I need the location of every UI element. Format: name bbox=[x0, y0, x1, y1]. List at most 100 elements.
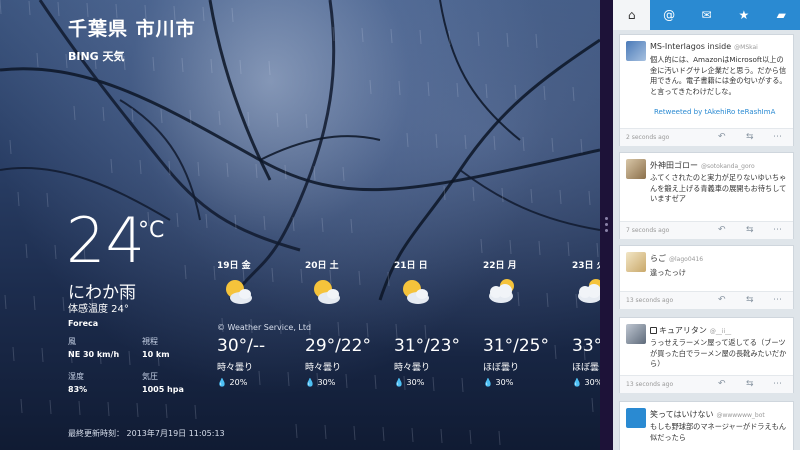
raindrop bbox=[287, 371, 290, 387]
forecast-day-name: 19日 金 bbox=[217, 261, 251, 271]
raindrop bbox=[464, 134, 467, 150]
mention-icon: @ bbox=[663, 8, 676, 22]
tab-favorites[interactable]: ★ bbox=[725, 0, 762, 30]
raindrop bbox=[477, 31, 480, 47]
forecast-condition: 時々曇り bbox=[305, 363, 342, 373]
raindrop bbox=[12, 346, 15, 362]
raindrop bbox=[234, 214, 237, 230]
tweet-author[interactable]: 笑ってはいけない @wwwwww_bot bbox=[650, 409, 765, 420]
avatar[interactable] bbox=[626, 41, 646, 61]
more-icon[interactable]: ⋯ bbox=[773, 225, 782, 235]
raindrop bbox=[591, 397, 594, 413]
forecast-day[interactable]: 21日 日 31°/23° 時々曇り 💧 30% bbox=[394, 258, 484, 387]
tweet-author[interactable]: 外神田ゴロー @sotokanda_goro bbox=[650, 160, 755, 171]
retweet-icon[interactable]: ⇆ bbox=[746, 132, 754, 142]
divider-grip-dot[interactable] bbox=[605, 217, 608, 220]
temperature-unit[interactable]: °C bbox=[138, 218, 164, 243]
tweet-footer: 7 seconds ago ↶ ⇆ ⋯ bbox=[620, 221, 793, 239]
twitter-pane: ⌂ @ ✉ ★ ▰ MS-Interlagos inside @MSkai 個人的… bbox=[613, 0, 800, 450]
tab-messages[interactable]: ✉ bbox=[688, 0, 725, 30]
raindrop bbox=[353, 425, 356, 441]
forecast-day-name: 21日 日 bbox=[394, 261, 428, 271]
raindrop bbox=[226, 162, 229, 178]
forecast-day[interactable]: 20日 土 29°/22° 時々曇り 💧 30% bbox=[305, 258, 395, 387]
forecast-day-name: 22日 月 bbox=[483, 261, 517, 271]
raindrop bbox=[231, 7, 234, 23]
tweet-author[interactable]: キュアリタン @__ii__ bbox=[650, 325, 731, 336]
tweet-time: 13 seconds ago bbox=[626, 381, 674, 388]
raindrop bbox=[152, 56, 155, 72]
raindrop bbox=[538, 240, 541, 256]
divider-grip-dot[interactable] bbox=[605, 229, 608, 232]
raindrop bbox=[128, 350, 131, 366]
retweet-icon[interactable]: ⇆ bbox=[746, 379, 754, 389]
tweet-footer: 13 seconds ago ↶ ⇆ ⋯ bbox=[620, 291, 793, 309]
raindrop bbox=[387, 271, 390, 287]
forecast-day[interactable]: 23日 火 33°/ ほぼ曇り 💧 30% bbox=[572, 258, 600, 387]
raindrop bbox=[189, 109, 192, 125]
raindrop bbox=[276, 112, 279, 128]
tab-home[interactable]: ⌂ bbox=[613, 0, 651, 30]
tweet-card[interactable]: らご @lago0416 違ったっけ 13 seconds ago ↶ ⇆ ⋯ bbox=[619, 245, 794, 309]
rain-chance-value: 30% bbox=[584, 378, 600, 387]
reply-icon[interactable]: ↶ bbox=[718, 295, 726, 305]
raindrop bbox=[41, 347, 44, 363]
avatar[interactable] bbox=[626, 324, 646, 344]
raindrop bbox=[0, 0, 2, 15]
app-title: BING 天気 bbox=[68, 50, 125, 63]
raindrop bbox=[342, 166, 345, 182]
raindrop bbox=[456, 82, 459, 98]
raindrop bbox=[546, 292, 549, 308]
reply-icon[interactable]: ↶ bbox=[718, 132, 726, 142]
raindrop bbox=[554, 344, 557, 360]
raindrop bbox=[432, 376, 435, 392]
lock-icon bbox=[650, 327, 657, 334]
raindrop bbox=[268, 60, 271, 76]
forecast-rain-chance: 💧 30% bbox=[394, 378, 425, 387]
raindrop bbox=[366, 322, 369, 338]
avatar[interactable] bbox=[626, 252, 646, 272]
tweet-author[interactable]: MS-Interlagos inside @MSkai bbox=[650, 42, 758, 51]
divider-grip-dot[interactable] bbox=[605, 223, 608, 226]
tweet-card[interactable]: 外神田ゴロー @sotokanda_goro ふてくされたのと実力が足りないゆいち… bbox=[619, 152, 794, 239]
tweet-body: 個人的には、AmazonはMicrosoft以上の金に汚いドグサレ企業だと思う。… bbox=[650, 55, 787, 96]
forecast-day[interactable]: 22日 月 31°/25° ほぼ曇り 💧 30% bbox=[483, 258, 573, 387]
raindrop bbox=[345, 373, 348, 389]
retweet-icon[interactable]: ⇆ bbox=[746, 295, 754, 305]
raindrop bbox=[25, 243, 28, 259]
tweet-card[interactable]: MS-Interlagos inside @MSkai 個人的には、Amazonは… bbox=[619, 34, 794, 146]
retweeted-by[interactable]: Retweeted by tAkehiRo teRashImA bbox=[654, 108, 775, 116]
location-title[interactable]: 千葉県 市川市 bbox=[68, 14, 196, 41]
raindrop bbox=[588, 190, 591, 206]
avatar[interactable] bbox=[626, 159, 646, 179]
raindrop bbox=[419, 29, 422, 45]
forecast-day-name: 20日 土 bbox=[305, 261, 339, 271]
raindrop bbox=[247, 111, 250, 127]
raindrop bbox=[110, 158, 113, 174]
reply-icon[interactable]: ↶ bbox=[718, 379, 726, 389]
retweet-icon[interactable]: ⇆ bbox=[746, 225, 754, 235]
tweet-card[interactable]: キュアリタン @__ii__ うっせえラーメン屋って返してる（ブーツが買った白でラ… bbox=[619, 317, 794, 393]
forecast-day[interactable]: 19日 金 30°/-- 時々曇り 💧 20% bbox=[217, 258, 307, 387]
forecast-rain-chance: 💧 30% bbox=[305, 378, 336, 387]
tab-compose[interactable]: ▰ bbox=[763, 0, 800, 30]
raindrop bbox=[572, 86, 575, 102]
more-icon[interactable]: ⋯ bbox=[773, 295, 782, 305]
twitter-tab-bar: ⌂ @ ✉ ★ ▰ bbox=[613, 0, 800, 30]
raindrop bbox=[49, 399, 52, 415]
copyright[interactable]: © Weather Service, Ltd bbox=[217, 323, 311, 332]
avatar[interactable] bbox=[626, 408, 646, 428]
reply-icon[interactable]: ↶ bbox=[718, 225, 726, 235]
raindrop bbox=[139, 159, 142, 175]
tweet-card[interactable]: 笑ってはいけない @wwwwww_bot もしも野球部のマネージャーがドラえもん似… bbox=[619, 401, 794, 450]
raindrop bbox=[102, 106, 105, 122]
more-icon[interactable]: ⋯ bbox=[773, 379, 782, 389]
raindrop bbox=[300, 268, 303, 284]
tab-mentions[interactable]: @ bbox=[650, 0, 687, 30]
forecast-temperature: 30°/-- bbox=[217, 336, 266, 356]
more-icon[interactable]: ⋯ bbox=[773, 132, 782, 142]
raindrop bbox=[65, 53, 68, 69]
current-temperature: 24 bbox=[66, 204, 145, 277]
weather-provider[interactable]: Foreca bbox=[68, 319, 98, 328]
tweet-author[interactable]: らご @lago0416 bbox=[650, 253, 703, 264]
